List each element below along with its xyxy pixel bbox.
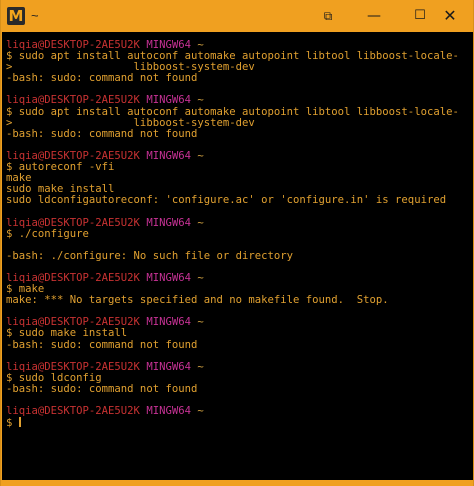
input-prompt[interactable]: $ (6, 417, 19, 429)
prompt-path: ~ (197, 94, 204, 107)
text-cursor[interactable] (18, 417, 21, 428)
options-icon[interactable]: ⧉ (305, 0, 351, 32)
prompt-env: MINGW64 (146, 271, 191, 284)
prompt-line: liqia@DESKTOP-2AE5U2K MINGW64 ~ (6, 406, 459, 417)
output-line: sudo ldconfigautoreconf: 'configure.ac' … (6, 194, 447, 207)
input-line: $ (6, 417, 459, 429)
output-line: -bash: sudo: command not found (6, 338, 198, 351)
output-line: -bash: ./configure: No such file or dire… (6, 249, 294, 262)
prompt-env: MINGW64 (146, 316, 191, 329)
prompt-user-host: liqia@DESKTOP-2AE5U2K (6, 360, 140, 373)
prompt-path: ~ (197, 360, 204, 373)
prompt-env: MINGW64 (146, 94, 191, 107)
prompt-user-host: liqia@DESKTOP-2AE5U2K (6, 405, 140, 418)
output-line: make: *** No targets specified and no ma… (6, 294, 389, 307)
title-bar[interactable]: M ~ ⧉ — ☐ ✕ (1, 0, 473, 32)
prompt-env: MINGW64 (146, 405, 191, 418)
prompt-user-host: liqia@DESKTOP-2AE5U2K (6, 94, 140, 107)
output-line: $ sudo apt install autoconf automake aut… (6, 105, 459, 118)
prompt-env: MINGW64 (146, 360, 191, 373)
mintty-app-icon[interactable]: M (7, 7, 25, 25)
output-line: -bash: sudo: command not found (6, 127, 198, 140)
window-title: ~ (31, 8, 39, 23)
prompt-path: ~ (197, 149, 204, 162)
prompt-path: ~ (197, 405, 204, 418)
scrollbar[interactable] (459, 32, 473, 480)
prompt-path: ~ (197, 316, 204, 329)
prompt-user-host: liqia@DESKTOP-2AE5U2K (6, 216, 140, 229)
prompt-line: liqia@DESKTOP-2AE5U2K MINGW64 ~ (6, 216, 459, 229)
output-line: -bash: sudo: command not found (6, 72, 198, 85)
minimize-button[interactable]: — (351, 0, 397, 32)
close-button[interactable]: ✕ (427, 0, 473, 32)
window-bottom-border (1, 480, 473, 486)
prompt-line: liqia@DESKTOP-2AE5U2K MINGW64 ~ (6, 271, 459, 284)
output-line: $ autoreconf -vfi (6, 161, 115, 174)
output-line: $ sudo make install (6, 327, 128, 340)
terminal-window: M ~ ⧉ — ☐ ✕ liqia@DESKTOP-2AE5U2K MINGW6… (0, 0, 474, 486)
output-line: -bash: sudo: command not found (6, 382, 198, 395)
terminal-output[interactable]: liqia@DESKTOP-2AE5U2K MINGW64 ~ $ sudo ap… (2, 32, 459, 480)
prompt-path: ~ (197, 216, 204, 229)
terminal-lines: liqia@DESKTOP-2AE5U2K MINGW64 ~ $ sudo ap… (6, 39, 459, 429)
prompt-env: MINGW64 (146, 149, 191, 162)
prompt-env: MINGW64 (146, 216, 191, 229)
prompt-path: ~ (197, 271, 204, 284)
output-line: $ ./configure (6, 227, 89, 240)
prompt-line: liqia@DESKTOP-2AE5U2K MINGW64 ~ (6, 95, 459, 106)
